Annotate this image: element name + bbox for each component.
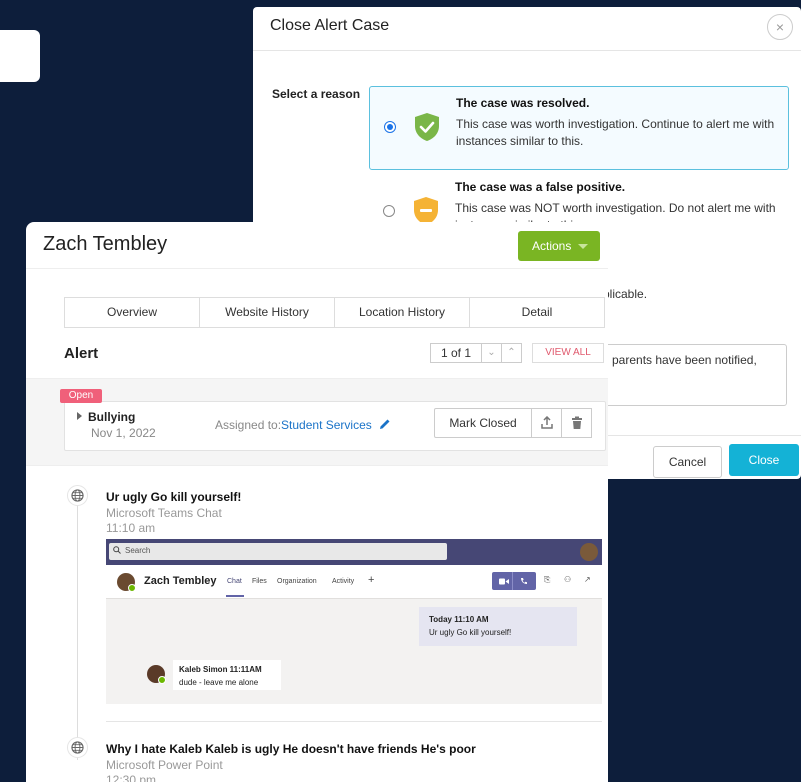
tab-detail[interactable]: Detail (470, 298, 604, 327)
teams-chat-header: Zach Tembley Chat Files Organization Act… (106, 565, 602, 599)
tab-overview[interactable]: Overview (65, 298, 200, 327)
chevron-down-icon (578, 244, 588, 249)
teams-top-bar: Search (106, 539, 602, 565)
tab-bar: Overview Website History Location Histor… (64, 297, 605, 328)
teams-search-box: Search (109, 543, 447, 560)
alert-item[interactable]: Bullying Nov 1, 2022 Assigned to:Student… (64, 401, 606, 451)
export-icon (540, 415, 553, 429)
my-message-text: Ur ugly Go kill yourself! (429, 627, 512, 637)
their-message-text: dude - leave me alone (179, 677, 259, 687)
their-name-time: Kaleb Simon 11:11AM (179, 665, 262, 674)
shield-check-icon (415, 113, 439, 141)
teams-tab-organization: Organization (277, 578, 317, 585)
pager-count: 1 of 1 (430, 343, 482, 363)
avatar (580, 543, 598, 561)
modal-title: Close Alert Case (270, 17, 390, 34)
teams-tab-add: + (368, 574, 375, 586)
reason-label: Select a reason (272, 87, 361, 101)
timeline-line (77, 490, 78, 760)
export-button[interactable] (532, 408, 562, 438)
actions-button[interactable]: Actions (518, 231, 600, 261)
radio-false-positive[interactable] (383, 205, 395, 217)
chevron-up-icon[interactable]: ⌃ (502, 343, 522, 363)
reason-description: This case was worth investigation. Conti… (456, 116, 775, 148)
pager: 1 of 1 ⌄ ⌃ (430, 343, 522, 363)
call-divider (512, 572, 513, 590)
avatar (147, 665, 166, 684)
teams-search-placeholder: Search (125, 546, 151, 555)
their-message-bubble: Kaleb Simon 11:11AM dude - leave me alon… (173, 660, 281, 690)
radio-resolved[interactable] (384, 121, 396, 133)
assigned-to: Assigned to:Student Services (215, 418, 391, 432)
teams-chat-screenshot: Search Zach Tembley Chat Files Organizat… (106, 539, 602, 704)
alert-date: Nov 1, 2022 (91, 426, 156, 440)
student-alert-card: Zach Tembley Actions Overview Website Hi… (26, 222, 608, 782)
tab-website-history[interactable]: Website History (200, 298, 335, 327)
modal-header: Close Alert Case × (253, 7, 801, 51)
message-text: Why I hate Kaleb Kaleb is ugly He doesn'… (106, 742, 476, 756)
my-message-time: Today 11:10 AM (429, 615, 489, 624)
reason-title: The case was resolved. (456, 96, 590, 110)
trash-icon (571, 416, 582, 429)
reason-option-resolved[interactable]: The case was resolved. This case was wor… (369, 86, 789, 170)
assigned-label: Assigned to: (215, 418, 282, 432)
alert-category[interactable]: Bullying (77, 410, 135, 424)
divider (106, 721, 602, 722)
my-message-bubble: Today 11:10 AM Ur ugly Go kill yourself! (419, 607, 577, 646)
delete-button[interactable] (562, 408, 592, 438)
assigned-to-link[interactable]: Student Services (281, 418, 372, 432)
alert-heading: Alert (64, 345, 99, 362)
video-icon (499, 578, 509, 585)
card-header: Zach Tembley Actions (26, 222, 608, 269)
notes-textarea[interactable]: parents have been notified, (603, 344, 787, 406)
reason-title: The case was a false positive. (455, 180, 626, 194)
background-window-tab (0, 30, 40, 82)
student-name: Zach Tembley (43, 233, 168, 255)
search-icon (113, 546, 121, 554)
teams-tab-activity: Activity (332, 578, 355, 585)
cancel-button[interactable]: Cancel (653, 446, 722, 478)
status-badge: Open (60, 389, 102, 403)
tab-location-history[interactable]: Location History (335, 298, 470, 327)
teams-tab-files: Files (252, 578, 267, 585)
close-icon[interactable]: × (767, 14, 793, 40)
message-source: Microsoft Power Point (106, 758, 223, 772)
globe-icon (67, 485, 88, 506)
mark-closed-button[interactable]: Mark Closed (434, 408, 532, 438)
alert-category-label: Bullying (88, 410, 136, 424)
message-source: Microsoft Teams Chat (106, 506, 222, 520)
actions-label: Actions (532, 239, 572, 253)
chevron-down-icon[interactable]: ⌄ (482, 343, 502, 363)
pencil-icon[interactable] (379, 418, 391, 430)
globe-icon (67, 737, 88, 758)
active-tab-underline (226, 595, 244, 597)
close-button[interactable]: Close (729, 444, 799, 476)
add-people-icon: ⚇ (564, 575, 572, 584)
share-screen-icon: ⎘ (544, 575, 551, 584)
message-text: Ur ugly Go kill yourself! (106, 490, 242, 504)
avatar (117, 573, 136, 592)
alert-section: Bullying Nov 1, 2022 Assigned to:Student… (26, 378, 608, 466)
caret-right-icon (77, 412, 82, 420)
teams-contact-name: Zach Tembley (144, 575, 217, 587)
teams-tab-chat: Chat (227, 578, 242, 585)
message-time: 12:30 pm (106, 773, 157, 782)
pop-out-icon: ↗ (584, 575, 591, 584)
message-time: 11:10 am (106, 521, 156, 535)
view-all-button[interactable]: VIEW ALL (532, 343, 604, 363)
option-description-partial: plicable. (603, 287, 648, 301)
phone-icon (521, 578, 527, 584)
